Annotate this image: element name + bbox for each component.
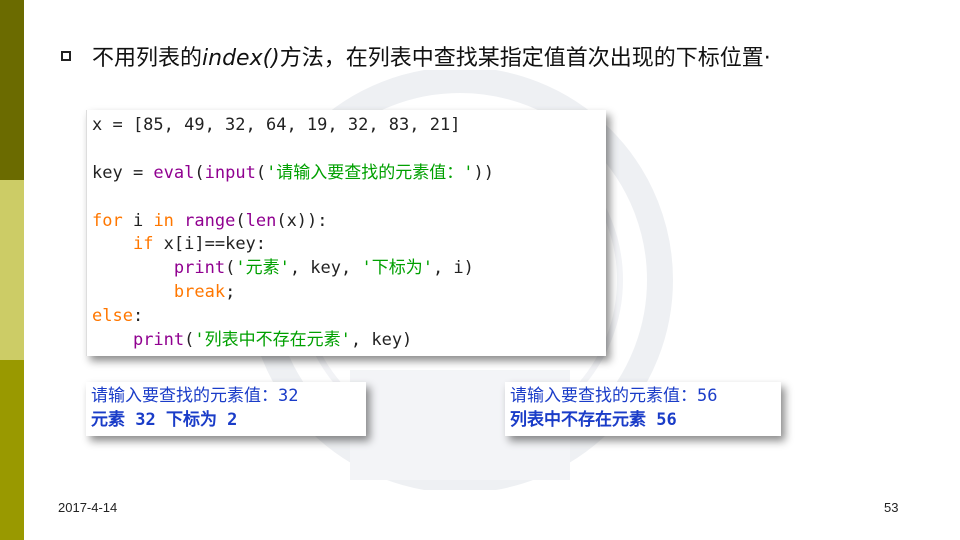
title-bullet-icon — [61, 51, 71, 61]
code-line-7: else: — [92, 306, 144, 327]
code-block: x = [85, 49, 32, 64, 19, 32, 83, 21] key… — [86, 110, 606, 356]
left-bar-bottom — [0, 360, 24, 540]
output-found: 请输入要查找的元素值：32 元素 32 下标为 2 — [86, 382, 366, 436]
code-line-3: for i in range(len(x)): — [92, 210, 328, 231]
code-line-1: x = [85, 49, 32, 64, 19, 32, 83, 21] — [92, 115, 461, 135]
code-line-5: print('元素', key, '下标为', i) — [173, 258, 474, 279]
output-prompt-line: 请输入要查找的元素值：56 — [510, 386, 718, 406]
output-prompt-line: 请输入要查找的元素值：32 — [91, 386, 299, 406]
code-line-2: key = eval(input('请输入要查找的元素值：')) — [92, 162, 495, 183]
output-result-line: 元素 32 下标为 2 — [91, 410, 238, 430]
code-line-4: if x[i]==key: — [132, 234, 267, 255]
left-bar-middle — [0, 180, 24, 360]
output-not-found: 请输入要查找的元素值：56 列表中不存在元素 56 — [505, 382, 781, 436]
slide-title: 不用列表的index()方法，在列表中查找某指定值首次出现的下标位置· — [92, 46, 771, 71]
code-line-8: print('列表中不存在元素', key) — [132, 330, 413, 351]
left-bar-top — [0, 0, 24, 180]
slide-date: 2017-4-14 — [58, 500, 118, 515]
output-result-line: 列表中不存在元素 56 — [510, 410, 677, 430]
code-line-6: break; — [173, 282, 236, 303]
slide-page-number: 53 — [884, 500, 899, 515]
